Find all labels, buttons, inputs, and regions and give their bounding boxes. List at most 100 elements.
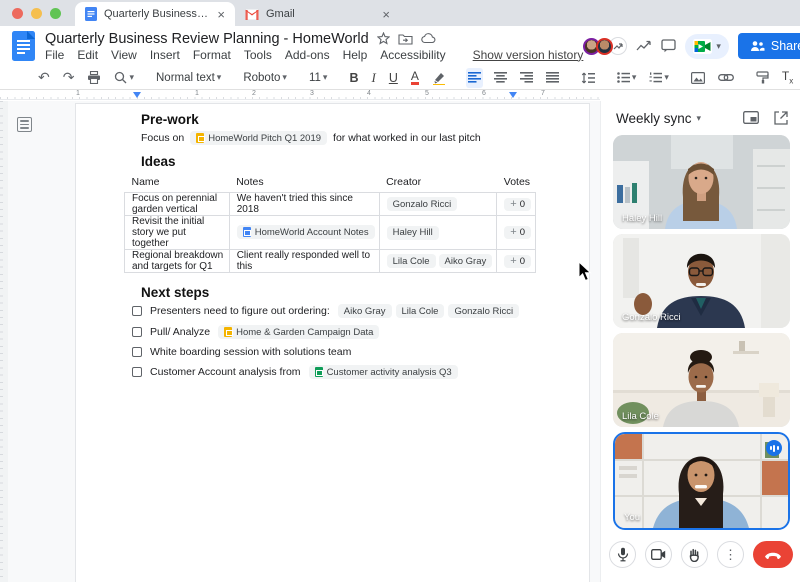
browser-tab-docs[interactable]: Quarterly Business Review Plan × [75,2,235,26]
document-page[interactable]: Pre-work Focus on HomeWorld Pitch Q1 201… [75,103,590,582]
mic-button[interactable] [609,541,636,568]
numbered-list-button[interactable]: ▾ [647,68,671,88]
window-close-button[interactable] [12,7,23,19]
share-button[interactable]: Share [737,33,800,59]
participant-tile[interactable]: Haley Hill [613,135,790,229]
italic-button[interactable]: I [369,68,377,88]
person-chip[interactable]: Aiko Gray [337,304,392,318]
menu-edit[interactable]: Edit [77,48,98,62]
clear-formatting-button[interactable]: Tx [780,68,795,88]
ideas-table[interactable]: Name Notes Creator Votes Focus on perenn… [124,173,536,273]
redo-icon[interactable]: ↷ [61,68,77,88]
menu-addons[interactable]: Add-ons [285,48,330,62]
align-right-button[interactable] [518,68,535,88]
raise-hand-button[interactable] [681,541,708,568]
browser-tab-gmail[interactable]: Gmail × [235,2,400,26]
end-call-button[interactable] [753,541,793,568]
file-chip-docs[interactable]: HomeWorld Account Notes [236,225,375,239]
menu-tools[interactable]: Tools [244,48,272,62]
menu-view[interactable]: View [111,48,137,62]
vote-button[interactable]: +0 [504,226,531,239]
vote-button[interactable]: +0 [504,254,531,268]
collaborator-avatar[interactable] [596,37,614,55]
camera-button[interactable] [645,541,672,568]
align-center-button[interactable] [492,68,509,88]
justify-button[interactable] [544,68,561,88]
chevron-down-icon[interactable]: ▾ [697,113,702,123]
person-chip[interactable]: Lila Cole [386,254,436,268]
font-dropdown[interactable]: Roboto ▾ [241,68,289,88]
checkbox[interactable] [132,306,142,316]
cell-creator[interactable]: Gonzalo Ricci [378,192,498,216]
bulleted-list-button[interactable]: ▾ [615,68,639,88]
left-indent-marker[interactable] [133,92,141,98]
cell-notes[interactable]: HomeWorld Account Notes [228,215,380,250]
right-indent-marker[interactable] [509,92,517,98]
cell-votes[interactable]: +0 [496,215,536,250]
insert-image-button[interactable] [689,68,707,88]
checkbox[interactable] [132,347,142,357]
document-outline-icon[interactable] [17,117,32,132]
person-chip[interactable]: Gonzalo Ricci [386,197,458,211]
move-folder-icon[interactable] [398,33,413,45]
tab-close-icon[interactable]: × [382,8,390,21]
menu-file[interactable]: File [45,48,64,62]
window-zoom-button[interactable] [50,7,61,19]
open-in-new-icon[interactable] [774,111,788,125]
vote-button[interactable]: +0 [504,197,531,211]
person-chip[interactable]: Gonzalo Ricci [448,304,520,318]
checkbox[interactable] [132,367,142,377]
star-icon[interactable] [376,32,390,45]
underline-button[interactable]: U [387,68,400,88]
participant-tile[interactable]: Gonzalo Ricci [613,234,790,328]
paint-format-button[interactable] [754,68,771,88]
line-spacing-button[interactable] [579,68,597,88]
cell-creator[interactable]: Lila Cole Aiko Gray [378,249,498,273]
person-chip[interactable]: Lila Cole [395,304,445,318]
tab-close-icon[interactable]: × [217,8,225,21]
window-minimize-button[interactable] [31,7,42,19]
table-row[interactable]: Revisit the initial story we put togethe… [124,215,536,250]
person-chip[interactable]: Haley Hill [386,225,439,240]
file-chip-slides[interactable]: Home & Garden Campaign Data [218,325,380,339]
zoom-tool[interactable]: ▾ [112,68,136,88]
table-row[interactable]: Focus on perennial garden vertical We ha… [124,192,536,216]
font-size-dropdown[interactable]: 11 ▾ [307,68,329,88]
insert-link-button[interactable] [716,68,736,88]
file-chip-slides[interactable]: HomeWorld Pitch Q1 2019 [190,131,328,145]
menu-help[interactable]: Help [343,48,368,62]
table-row[interactable]: Regional breakdown and targets for Q1 Cl… [124,249,536,273]
meeting-title[interactable]: Weekly sync [616,111,692,126]
menu-format[interactable]: Format [193,48,231,62]
docs-logo[interactable] [12,31,35,61]
align-left-button[interactable] [465,67,483,88]
bold-button[interactable]: B [347,68,360,88]
checkbox[interactable] [132,327,142,337]
cell-name[interactable]: Regional breakdown and targets for Q1 [124,249,230,273]
cell-name[interactable]: Focus on perennial garden vertical [124,192,230,216]
document-title[interactable]: Quarterly Business Review Planning - Hom… [45,31,369,47]
menu-insert[interactable]: Insert [150,48,180,62]
cell-votes[interactable]: +0 [496,192,536,216]
text-color-button[interactable]: A [409,68,421,88]
cell-votes[interactable]: +0 [496,249,536,273]
cell-notes[interactable]: We haven't tried this since 2018 [228,192,380,216]
undo-icon[interactable]: ↶ [36,68,52,88]
cell-creator[interactable]: Haley Hill [378,215,498,250]
file-chip-sheets[interactable]: Customer activity analysis Q3 [308,365,458,379]
cell-notes[interactable]: Client really responded well to this [228,249,380,273]
self-tile[interactable]: You [613,432,790,530]
more-options-button[interactable]: ⋮ [717,541,744,568]
cell-name[interactable]: Revisit the initial story we put togethe… [124,215,230,250]
highlight-color-button[interactable] [430,68,448,88]
person-chip[interactable]: Aiko Gray [438,254,493,268]
meet-join-button[interactable]: ▾ [685,33,729,59]
menu-accessibility[interactable]: Accessibility [380,48,445,62]
participant-tile[interactable]: Lila Cole [613,333,790,427]
picture-in-picture-icon[interactable] [743,111,759,124]
print-icon[interactable] [85,68,103,88]
activity-dashboard-icon[interactable] [636,40,652,52]
comments-icon[interactable] [661,39,676,53]
show-version-history-link[interactable]: Show version history [473,48,584,62]
cloud-status-icon[interactable] [420,33,436,44]
